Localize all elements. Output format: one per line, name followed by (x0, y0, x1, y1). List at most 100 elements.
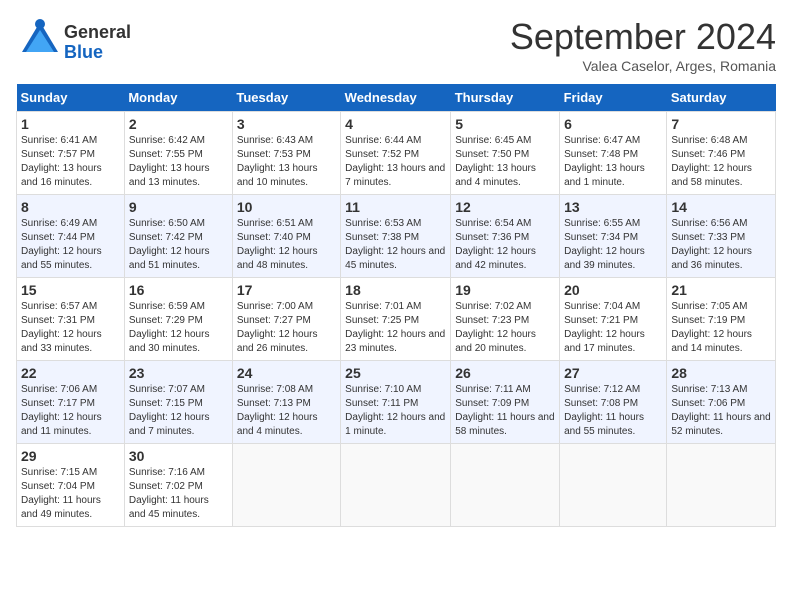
day-detail: Sunrise: 7:05 AM Sunset: 7:19 PM Dayligh… (671, 300, 771, 356)
calendar-cell: 1Sunrise: 6:41 AM Sunset: 7:57 PM Daylig… (17, 112, 125, 195)
day-detail: Sunrise: 6:47 AM Sunset: 7:48 PM Dayligh… (564, 134, 662, 190)
day-number: 19 (455, 282, 555, 298)
day-detail: Sunrise: 7:02 AM Sunset: 7:23 PM Dayligh… (455, 300, 555, 356)
calendar-cell: 24 Sunrise: 7:08 AM Sunset: 7:13 PM Dayli… (232, 361, 340, 444)
day-detail: Sunrise: 7:12 AM Sunset: 7:08 PM Dayligh… (564, 383, 662, 439)
day-detail: Sunrise: 7:10 AM Sunset: 7:11 PM Dayligh… (345, 383, 446, 439)
day-number: 11 (345, 199, 446, 215)
calendar-week-row: 1Sunrise: 6:41 AM Sunset: 7:57 PM Daylig… (17, 112, 776, 195)
day-detail: Sunrise: 6:49 AM Sunset: 7:44 PM Dayligh… (21, 217, 120, 273)
calendar-cell: 20Sunrise: 7:04 AM Sunset: 7:21 PM Dayli… (560, 278, 667, 361)
calendar-cell (232, 444, 340, 527)
calendar-cell: 19 Sunrise: 7:02 AM Sunset: 7:23 PM Dayli… (451, 278, 560, 361)
day-number: 28 (671, 365, 771, 381)
day-number: 29 (21, 448, 120, 464)
calendar-cell: 28 Sunrise: 7:13 AM Sunset: 7:06 PM Dayli… (667, 361, 776, 444)
calendar-cell: 21 Sunrise: 7:05 AM Sunset: 7:19 PM Dayli… (667, 278, 776, 361)
day-number: 21 (671, 282, 771, 298)
location-subtitle: Valea Caselor, Arges, Romania (510, 58, 776, 74)
calendar-cell: 30 Sunrise: 7:16 AM Sunset: 7:02 PM Dayli… (124, 444, 232, 527)
day-number: 24 (237, 365, 336, 381)
day-detail: Sunrise: 6:54 AM Sunset: 7:36 PM Dayligh… (455, 217, 555, 273)
day-number: 13 (564, 199, 662, 215)
day-detail: Sunrise: 7:00 AM Sunset: 7:27 PM Dayligh… (237, 300, 336, 356)
day-detail: Sunrise: 6:42 AM Sunset: 7:55 PM Dayligh… (129, 134, 228, 190)
day-number: 8 (21, 199, 120, 215)
day-detail: Sunrise: 6:59 AM Sunset: 7:29 PM Dayligh… (129, 300, 228, 356)
day-detail: Sunrise: 7:15 AM Sunset: 7:04 PM Dayligh… (21, 466, 120, 522)
day-number: 30 (129, 448, 228, 464)
header-sunday: Sunday (17, 84, 125, 112)
day-detail: Sunrise: 6:44 AM Sunset: 7:52 PM Dayligh… (345, 134, 446, 190)
day-number: 25 (345, 365, 446, 381)
calendar-cell: 10Sunrise: 6:51 AM Sunset: 7:40 PM Dayli… (232, 195, 340, 278)
day-number: 16 (129, 282, 228, 298)
day-number: 2 (129, 116, 228, 132)
logo: General Blue (16, 16, 131, 69)
day-detail: Sunrise: 7:13 AM Sunset: 7:06 PM Dayligh… (671, 383, 771, 439)
day-number: 6 (564, 116, 662, 132)
title-section: September 2024 Valea Caselor, Arges, Rom… (510, 16, 776, 74)
calendar-cell (451, 444, 560, 527)
header-wednesday: Wednesday (341, 84, 451, 112)
calendar-cell: 2 Sunrise: 6:42 AM Sunset: 7:55 PM Daylig… (124, 112, 232, 195)
logo-mark (16, 16, 64, 69)
calendar-cell: 8 Sunrise: 6:49 AM Sunset: 7:44 PM Daylig… (17, 195, 125, 278)
day-detail: Sunrise: 6:50 AM Sunset: 7:42 PM Dayligh… (129, 217, 228, 273)
day-number: 18 (345, 282, 446, 298)
day-detail: Sunrise: 6:48 AM Sunset: 7:46 PM Dayligh… (671, 134, 771, 190)
calendar-cell: 26Sunrise: 7:11 AM Sunset: 7:09 PM Dayli… (451, 361, 560, 444)
calendar-week-row: 8 Sunrise: 6:49 AM Sunset: 7:44 PM Daylig… (17, 195, 776, 278)
day-number: 22 (21, 365, 120, 381)
calendar-cell: 17 Sunrise: 7:00 AM Sunset: 7:27 PM Dayli… (232, 278, 340, 361)
calendar-cell: 12 Sunrise: 6:54 AM Sunset: 7:36 PM Dayli… (451, 195, 560, 278)
header-tuesday: Tuesday (232, 84, 340, 112)
day-detail: Sunrise: 6:43 AM Sunset: 7:53 PM Dayligh… (237, 134, 336, 190)
day-number: 27 (564, 365, 662, 381)
calendar-cell: 16 Sunrise: 6:59 AM Sunset: 7:29 PM Dayli… (124, 278, 232, 361)
day-number: 15 (21, 282, 120, 298)
day-detail: Sunrise: 7:16 AM Sunset: 7:02 PM Dayligh… (129, 466, 228, 522)
day-number: 7 (671, 116, 771, 132)
calendar-week-row: 29 Sunrise: 7:15 AM Sunset: 7:04 PM Dayli… (17, 444, 776, 527)
calendar-week-row: 15 Sunrise: 6:57 AM Sunset: 7:31 PM Dayli… (17, 278, 776, 361)
calendar-cell (341, 444, 451, 527)
calendar-cell: 14Sunrise: 6:56 AM Sunset: 7:33 PM Dayli… (667, 195, 776, 278)
header-friday: Friday (560, 84, 667, 112)
day-number: 1 (21, 116, 120, 132)
calendar-cell (667, 444, 776, 527)
calendar-table: SundayMondayTuesdayWednesdayThursdayFrid… (16, 84, 776, 527)
header-thursday: Thursday (451, 84, 560, 112)
calendar-cell: 7 Sunrise: 6:48 AM Sunset: 7:46 PM Daylig… (667, 112, 776, 195)
day-detail: Sunrise: 6:57 AM Sunset: 7:31 PM Dayligh… (21, 300, 120, 356)
day-number: 4 (345, 116, 446, 132)
calendar-week-row: 22 Sunrise: 7:06 AM Sunset: 7:17 PM Dayli… (17, 361, 776, 444)
day-detail: Sunrise: 6:53 AM Sunset: 7:38 PM Dayligh… (345, 217, 446, 273)
day-number: 9 (129, 199, 228, 215)
day-number: 17 (237, 282, 336, 298)
day-number: 26 (455, 365, 555, 381)
calendar-cell: 18Sunrise: 7:01 AM Sunset: 7:25 PM Dayli… (341, 278, 451, 361)
calendar-cell: 6 Sunrise: 6:47 AM Sunset: 7:48 PM Daylig… (560, 112, 667, 195)
day-number: 12 (455, 199, 555, 215)
day-detail: Sunrise: 6:55 AM Sunset: 7:34 PM Dayligh… (564, 217, 662, 273)
calendar-cell: 25 Sunrise: 7:10 AM Sunset: 7:11 PM Dayli… (341, 361, 451, 444)
day-detail: Sunrise: 6:45 AM Sunset: 7:50 PM Dayligh… (455, 134, 555, 190)
calendar-cell: 9 Sunrise: 6:50 AM Sunset: 7:42 PM Daylig… (124, 195, 232, 278)
logo-blue: Blue (64, 43, 131, 63)
day-detail: Sunrise: 7:07 AM Sunset: 7:15 PM Dayligh… (129, 383, 228, 439)
calendar-cell: 15 Sunrise: 6:57 AM Sunset: 7:31 PM Dayli… (17, 278, 125, 361)
day-number: 23 (129, 365, 228, 381)
calendar-cell: 23 Sunrise: 7:07 AM Sunset: 7:15 PM Dayli… (124, 361, 232, 444)
calendar-cell: 22 Sunrise: 7:06 AM Sunset: 7:17 PM Dayli… (17, 361, 125, 444)
header-saturday: Saturday (667, 84, 776, 112)
day-number: 5 (455, 116, 555, 132)
calendar-cell: 5 Sunrise: 6:45 AM Sunset: 7:50 PM Daylig… (451, 112, 560, 195)
day-detail: Sunrise: 6:56 AM Sunset: 7:33 PM Dayligh… (671, 217, 771, 273)
day-detail: Sunrise: 7:08 AM Sunset: 7:13 PM Dayligh… (237, 383, 336, 439)
day-detail: Sunrise: 7:04 AM Sunset: 7:21 PM Dayligh… (564, 300, 662, 356)
header-monday: Monday (124, 84, 232, 112)
day-detail: Sunrise: 7:06 AM Sunset: 7:17 PM Dayligh… (21, 383, 120, 439)
page-header: General Blue September 2024 Valea Caselo… (16, 16, 776, 74)
calendar-cell: 11 Sunrise: 6:53 AM Sunset: 7:38 PM Dayli… (341, 195, 451, 278)
